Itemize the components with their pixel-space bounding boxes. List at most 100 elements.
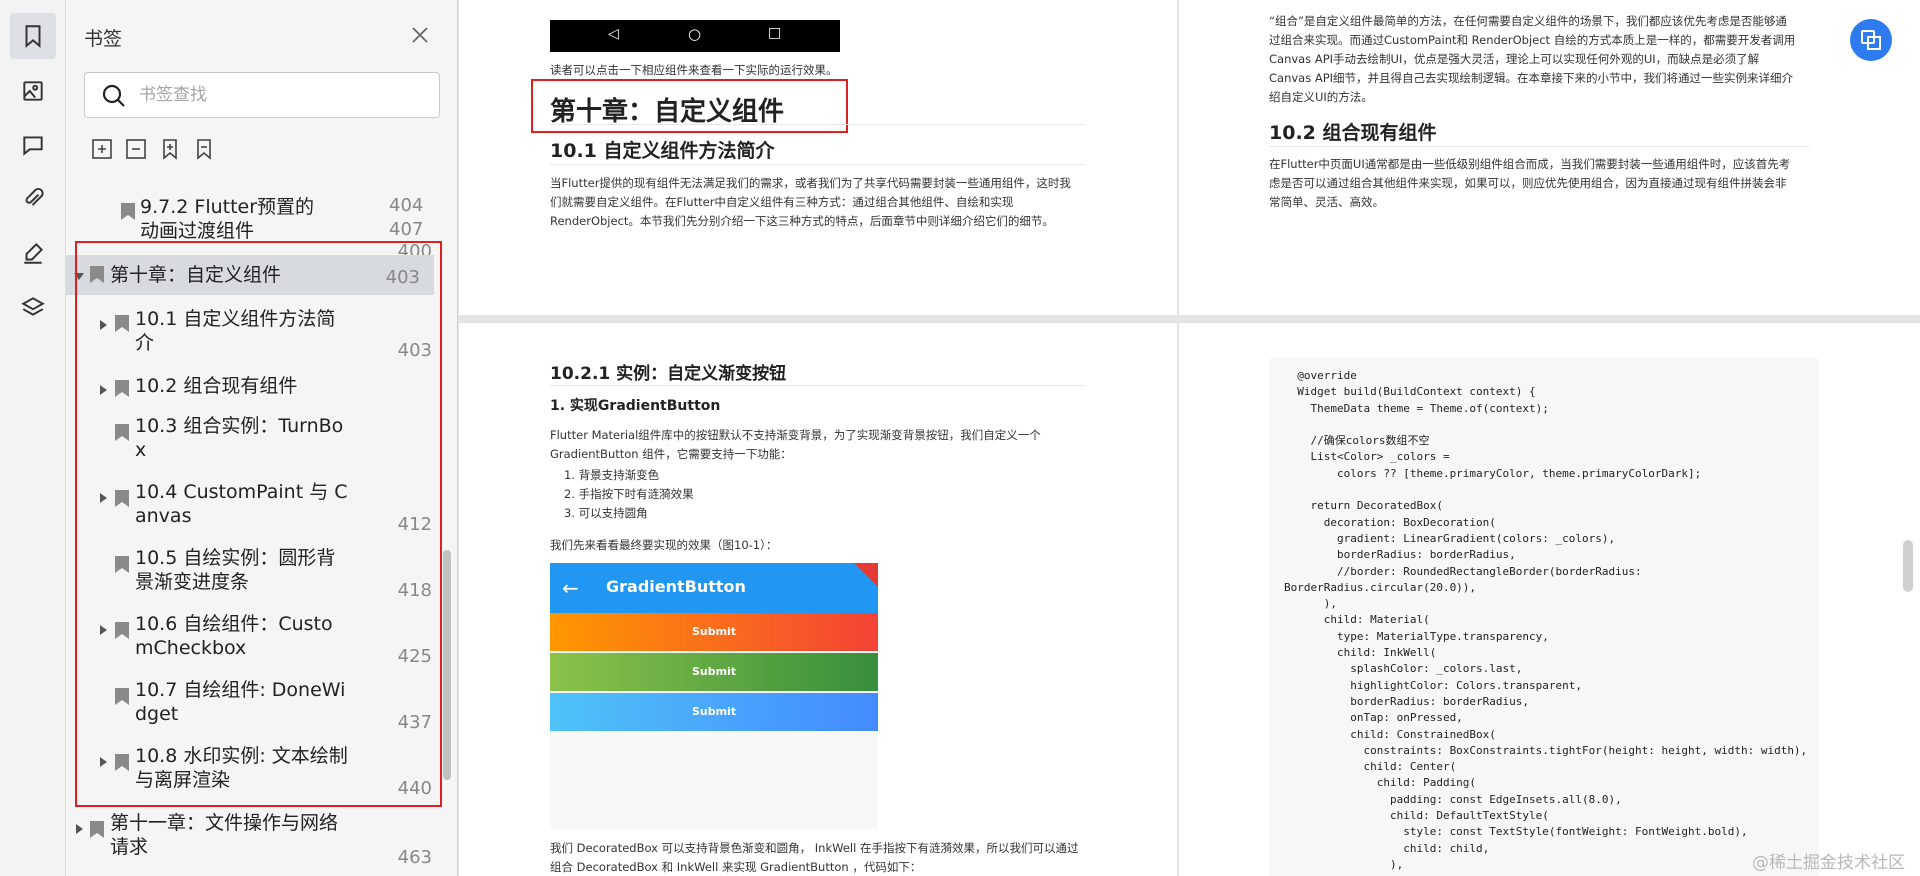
tree-node[interactable]: 10.7 自绘组件: DoneWi dget 437 xyxy=(66,676,446,733)
tree-node-page: 403 xyxy=(397,340,432,361)
tree-node-label: 第十一章：文件操作与网络 请求 xyxy=(110,812,339,858)
paragraph: 在Flutter中页面UI通常都是由一些低级别组件组合而成，当我们需要封装一些通… xyxy=(1269,157,1791,209)
figure-caption: 我们先来看看最终要实现的效果（图10-1）： xyxy=(550,538,778,552)
panel-scrollbar[interactable] xyxy=(443,550,451,780)
image-icon[interactable] xyxy=(10,68,56,114)
gradient-button: Submit xyxy=(550,613,878,651)
tree-node-page: 440 xyxy=(397,778,432,799)
add-bookmark-icon[interactable] xyxy=(90,137,116,163)
watermark: @稀土掘金技术社区 xyxy=(1752,853,1905,873)
tree-node[interactable]: 10.6 自绘组件：Custo mCheckbox 425 xyxy=(66,610,446,667)
chevron-right-icon[interactable] xyxy=(96,755,110,769)
search-input[interactable] xyxy=(139,81,429,109)
bookmark-icon xyxy=(115,315,129,332)
bookmark-icon xyxy=(121,203,135,220)
bookmark-icon xyxy=(115,490,129,507)
tree-node-page: 437 xyxy=(397,712,432,733)
document-scrollbar[interactable] xyxy=(1903,540,1913,592)
attachment-icon[interactable] xyxy=(10,176,56,222)
debug-ribbon xyxy=(854,563,878,587)
bookmark-icon xyxy=(90,821,104,838)
chapter-title: 第十章：自定义组件 xyxy=(550,97,785,127)
layers-icon[interactable] xyxy=(10,284,56,330)
gradient-button: Submit xyxy=(550,653,878,691)
section-title: 10.1 自定义组件方法简介 xyxy=(550,140,775,162)
tree-node-page: 418 xyxy=(397,580,432,601)
bookmark-icon xyxy=(115,556,129,573)
tree-node-page: 425 xyxy=(397,646,432,667)
paragraph: 当Flutter提供的现有组件无法满足我们的需求，或者我们为了共享代码需要封装一… xyxy=(550,176,1071,228)
floating-action-button[interactable] xyxy=(1850,19,1892,61)
tree-node[interactable]: 10.2 组合现有组件 404 xyxy=(66,195,446,410)
page-bottom-left: 10.2.1 实例：自定义渐变按钮 1. 实现GradientButton Fl… xyxy=(459,323,1177,876)
translate-icon xyxy=(1861,30,1881,50)
page-bottom-right: @override Widget build(BuildContext cont… xyxy=(1179,323,1920,876)
chevron-down-icon[interactable] xyxy=(72,269,86,283)
tree-node-label: 10.7 自绘组件: DoneWi dget xyxy=(135,679,346,725)
page-top-left: ◁ ○ □ 读者可以点击一下相应组件来查看一下实际的运行效果。 第十章：自定义组… xyxy=(459,0,1177,315)
tree-node-label: 9.7.2 Flutter预置的 动画过渡组件 xyxy=(140,196,315,242)
chevron-right-icon[interactable] xyxy=(96,491,110,505)
bookmark-panel: 书签 9.7.2 Flutter预置的动画过渡组件 400 第十章：自定义组件 … xyxy=(66,0,458,876)
tree-node-selected[interactable]: 第十章：自定义组件 403 xyxy=(66,255,434,295)
gradient-button: Submit xyxy=(550,693,878,731)
home-circle-icon: ○ xyxy=(688,25,702,43)
close-icon[interactable] xyxy=(409,24,431,46)
bookmark-tree: 9.7.2 Flutter预置的 动画过渡组件 400 第十章：自定义组件 403… xyxy=(66,185,457,876)
tree-node[interactable]: 10.5 自绘实例：圆形背 景渐变进度条 418 xyxy=(66,544,446,601)
tree-node-label: 10.8 水印实例: 文本绘制 与离屏渲染 xyxy=(135,745,348,791)
tree-node-page: 407 xyxy=(389,219,424,240)
bookmark-search[interactable] xyxy=(84,72,440,118)
remove-bookmark-icon[interactable] xyxy=(124,137,150,163)
chevron-right-icon[interactable] xyxy=(96,623,110,637)
bookmark-icon xyxy=(115,754,129,771)
item-title: 1. 实现GradientButton xyxy=(550,398,721,414)
bookmark-icon xyxy=(115,380,129,397)
tree-node-label: 10.5 自绘实例：圆形背 景渐变进度条 xyxy=(135,547,336,593)
caption: 读者可以点击一下相应组件来查看一下实际的运行效果。 xyxy=(550,63,838,77)
tree-node[interactable]: 10.8 水印实例: 文本绘制 与离屏渲染 440 xyxy=(66,742,446,799)
tree-node-label: 10.6 自绘组件：Custo mCheckbox xyxy=(135,613,333,659)
pen-icon[interactable] xyxy=(10,230,56,276)
bookmark-icon xyxy=(115,424,129,441)
tree-node[interactable]: 10.4 CustomPaint 与 Canvas 412 xyxy=(66,478,446,535)
paragraph: “组合”是自定义组件最简单的方法，在任何需要自定义组件的场景下，我们都应该优先考… xyxy=(1269,14,1796,104)
panel-title: 书签 xyxy=(84,28,123,50)
arrow-left-icon: ← xyxy=(562,576,579,600)
tree-node-page: 463 xyxy=(397,847,432,868)
search-icon xyxy=(102,84,125,107)
tree-node-page: 403 xyxy=(385,267,420,288)
back-triangle-icon: ◁ xyxy=(608,26,619,42)
recent-square-icon: □ xyxy=(768,25,782,41)
tree-node-label: 10.3 组合实例：TurnBo x xyxy=(135,415,344,461)
chevron-right-icon[interactable] xyxy=(72,822,86,836)
side-icon-rail xyxy=(0,0,66,876)
bookmark-icon xyxy=(115,688,129,705)
bookmark-icon xyxy=(115,622,129,639)
subsection-title: 10.2.1 实例：自定义渐变按钮 xyxy=(550,364,787,384)
app-bar: ← GradientButton xyxy=(550,563,878,613)
chevron-right-icon[interactable] xyxy=(96,383,110,397)
document-viewer: ◁ ○ □ 读者可以点击一下相应组件来查看一下实际的运行效果。 第十章：自定义组… xyxy=(459,0,1920,876)
code-block: @override Widget build(BuildContext cont… xyxy=(1270,358,1818,876)
tree-node[interactable]: 第十一章：文件操作与网络 请求 463 xyxy=(66,809,446,869)
feature-list: 1. 背景支持渐变色 2. 手指按下时有涟漪效果 3. 可以支持圆角 xyxy=(564,468,694,520)
tree-node-page: 412 xyxy=(397,514,432,535)
tree-node-label: 第十章：自定义组件 xyxy=(110,264,282,286)
tree-node-label: 10.2 组合现有组件 xyxy=(135,375,298,397)
paragraph: Flutter Material组件库中的按钮默认不支持渐变背景，为了实现渐变背… xyxy=(550,428,1041,461)
bookmark-remove-icon[interactable] xyxy=(192,137,218,163)
android-nav-bar: ◁ ○ □ xyxy=(550,20,840,52)
paragraph: 我们 DecoratedBox 可以支持背景色渐变和圆角， InkWell 在手… xyxy=(550,841,1079,874)
tree-node[interactable]: 10.1 自定义组件方法简介 403 xyxy=(66,305,446,361)
tree-node[interactable]: 10.3 组合实例：TurnBo x 407 xyxy=(66,219,446,468)
page-top-right: “组合”是自定义组件最简单的方法，在任何需要自定义组件的场景下，我们都应该优先考… xyxy=(1179,0,1920,315)
tree-node-label: 10.1 自定义组件方法简介 xyxy=(135,308,336,354)
bookmark-icon[interactable] xyxy=(10,13,56,59)
bookmark-icon xyxy=(90,266,104,283)
figure-image: ← GradientButton Submit Submit Submit xyxy=(550,563,878,829)
bookmark-add-icon[interactable] xyxy=(158,137,184,163)
comment-icon[interactable] xyxy=(10,122,56,168)
tree-node-page: 404 xyxy=(389,195,424,216)
chevron-right-icon[interactable] xyxy=(96,318,110,332)
